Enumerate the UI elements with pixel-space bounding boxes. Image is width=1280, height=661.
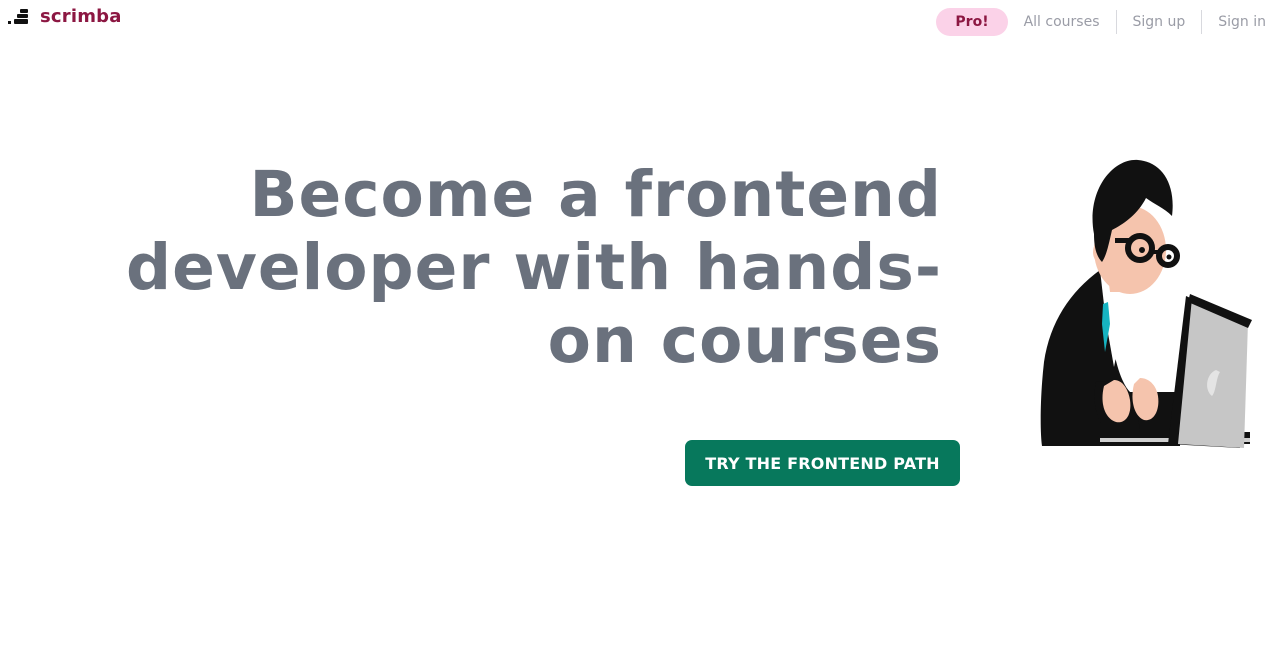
- pro-button[interactable]: Pro!: [936, 8, 1008, 36]
- nav-sign-up[interactable]: Sign up: [1117, 14, 1202, 30]
- nav-sign-in[interactable]: Sign in: [1202, 14, 1266, 30]
- try-frontend-path-button[interactable]: TRY THE FRONTEND PATH: [685, 440, 960, 486]
- landing-page: scrimba Pro! All courses Sign up Sign in…: [0, 0, 1280, 661]
- logo-text: scrimba: [40, 6, 122, 27]
- scrimba-logo-icon: [8, 8, 28, 24]
- hero-headline: Become a frontend developer with hands-o…: [126, 158, 942, 377]
- developer-at-laptop-illustration: [1040, 159, 1252, 448]
- nav-all-courses[interactable]: All courses: [1024, 14, 1116, 30]
- top-nav: Pro! All courses Sign up Sign in: [936, 8, 1266, 36]
- scrimba-logo-link[interactable]: scrimba: [8, 6, 122, 27]
